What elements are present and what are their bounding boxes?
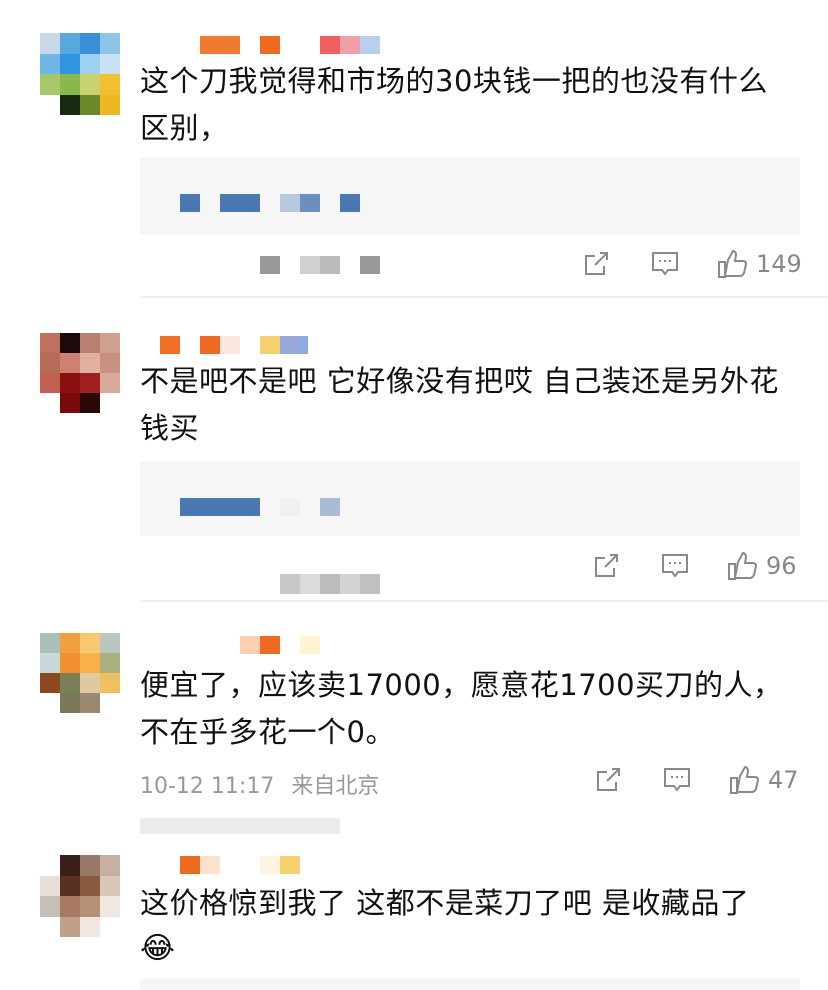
- username-blurred[interactable]: [240, 636, 320, 654]
- divider: [140, 296, 828, 298]
- share-button[interactable]: [582, 250, 610, 278]
- avatar[interactable]: [40, 633, 120, 713]
- laughing-emoji-icon: 😂: [140, 931, 176, 966]
- comment-text: 这价格惊到我了 这都不是菜刀了吧 是收藏品了 😂: [140, 880, 810, 971]
- comment-icon: [652, 252, 678, 276]
- username-blurred[interactable]: [200, 36, 380, 54]
- comment-icon: [664, 768, 690, 792]
- like-icon: [730, 765, 760, 794]
- timestamp-blurred: [260, 256, 380, 274]
- share-button[interactable]: [594, 766, 622, 794]
- comment-text-line: 区别，: [140, 111, 229, 145]
- username-blurred[interactable]: [160, 336, 308, 354]
- comment-button[interactable]: [662, 766, 692, 794]
- comment-icon: [662, 554, 688, 578]
- comment-button[interactable]: [660, 552, 690, 580]
- like-count: 47: [768, 766, 799, 794]
- like-button[interactable]: 149: [716, 248, 802, 280]
- like-button[interactable]: 96: [726, 550, 797, 582]
- divider: [140, 600, 828, 602]
- reply-preview[interactable]: [140, 978, 800, 990]
- comment-text-line: 这个刀我觉得和市场的30块钱一把的也没有什么: [140, 64, 768, 98]
- comment-button[interactable]: [650, 250, 680, 278]
- avatar[interactable]: [40, 855, 120, 937]
- like-icon: [718, 249, 748, 278]
- like-icon: [728, 551, 758, 580]
- comment-text-line: 这价格惊到我了 这都不是菜刀了吧 是收藏品了: [140, 886, 750, 920]
- location: 来自北京: [291, 774, 380, 799]
- like-count: 96: [766, 552, 797, 580]
- comment-text-line: 不在乎多花一个0。: [140, 715, 395, 749]
- comment-text-line: 不是吧不是吧 它好像没有把哎 自己装还是另外花: [140, 364, 779, 398]
- comment-text: 便宜了，应该卖17000，愿意花1700买刀的人， 不在乎多花一个0。: [140, 662, 810, 756]
- share-icon: [597, 768, 620, 791]
- timestamp-blurred: [280, 574, 380, 594]
- comment-text-line: 钱买: [140, 411, 200, 445]
- like-button[interactable]: 47: [728, 764, 799, 796]
- share-icon: [585, 252, 608, 275]
- timestamp: 10-12 11:17: [140, 774, 275, 799]
- reply-preview[interactable]: [140, 158, 800, 234]
- avatar[interactable]: [40, 333, 120, 413]
- comment-meta: 10-12 11:17 来自北京: [140, 768, 379, 800]
- comment-text-line: 便宜了，应该卖17000，愿意花1700买刀的人，: [140, 668, 783, 702]
- reply-preview[interactable]: [140, 462, 800, 536]
- comment-text: 这个刀我觉得和市场的30块钱一把的也没有什么 区别，: [140, 58, 810, 152]
- share-icon: [595, 554, 618, 577]
- avatar[interactable]: [40, 33, 120, 115]
- divider-blurred: [140, 818, 340, 834]
- share-button[interactable]: [592, 552, 620, 580]
- like-count: 149: [756, 250, 802, 278]
- username-blurred[interactable]: [180, 856, 300, 874]
- comment-text: 不是吧不是吧 它好像没有把哎 自己装还是另外花 钱买: [140, 358, 810, 452]
